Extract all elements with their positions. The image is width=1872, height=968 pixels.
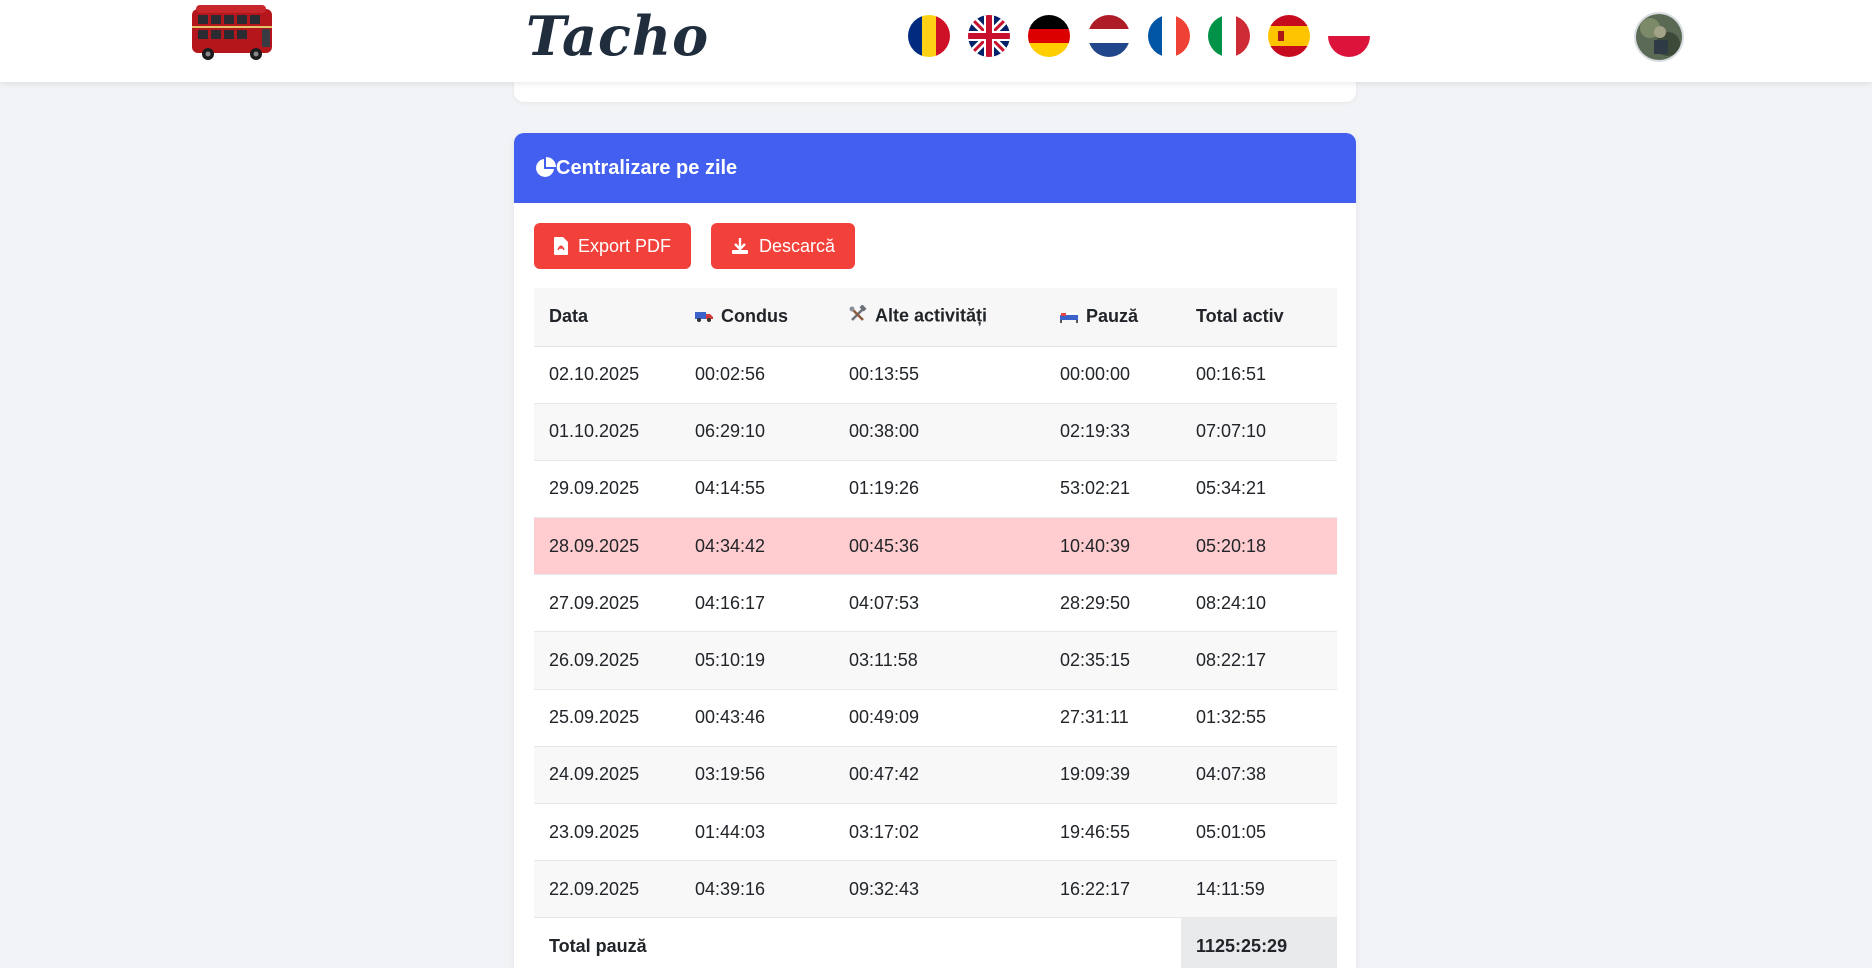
romania-flag-icon[interactable] — [908, 15, 950, 57]
cell-other: 03:17:02 — [834, 803, 1045, 862]
cell-other: 09:32:43 — [834, 860, 1045, 919]
cell-pause: 00:00:00 — [1045, 346, 1181, 404]
cell-date: 25.09.2025 — [534, 689, 680, 747]
table-row: 29.09.2025 04:14:55 01:19:26 53:02:21 05… — [534, 460, 1337, 519]
cell-driving: 04:16:17 — [680, 574, 834, 633]
cell-pause: 02:35:15 — [1045, 631, 1181, 690]
cell-other: 01:19:26 — [834, 460, 1045, 519]
cell-pause: 02:19:33 — [1045, 403, 1181, 461]
export-pdf-label: Export PDF — [578, 235, 672, 256]
table-row: 02.10.2025 00:02:56 00:13:55 00:00:00 00… — [534, 346, 1337, 404]
table-row: 26.09.2025 05:10:19 03:11:58 02:35:15 08… — [534, 631, 1337, 690]
cell-date: 27.09.2025 — [534, 574, 680, 633]
cell-date: 26.09.2025 — [534, 631, 680, 690]
netherlands-flag-icon[interactable] — [1088, 15, 1130, 57]
italy-flag-icon[interactable] — [1208, 15, 1250, 57]
download-label: Descarcă — [759, 235, 836, 256]
poland-flag-icon[interactable] — [1328, 15, 1370, 57]
top-navbar: Tacho — [0, 0, 1872, 82]
column-header-total-active[interactable]: Total activ — [1181, 288, 1337, 347]
cell-driving: 05:10:19 — [680, 631, 834, 690]
table-row-highlighted: 28.09.2025 04:34:42 00:45:36 10:40:39 05… — [534, 517, 1337, 576]
germany-flag-icon[interactable] — [1028, 15, 1070, 57]
action-buttons: Export PDF Descarcă — [534, 223, 856, 269]
daily-summary-card: Centralizare pe zile Export PDF Descarcă — [514, 133, 1356, 968]
cell-other: 03:11:58 — [834, 631, 1045, 690]
spain-flag-icon[interactable] — [1268, 15, 1310, 57]
export-pdf-button[interactable]: Export PDF — [534, 223, 692, 269]
cell-driving: 01:44:03 — [680, 803, 834, 862]
column-header-driving[interactable]: Condus — [680, 288, 834, 347]
cell-total: 07:07:10 — [1181, 403, 1337, 461]
table-header-row: Data Condus Alte activități Pauză Total … — [534, 288, 1337, 347]
cell-date: 24.09.2025 — [534, 746, 680, 805]
column-header-date[interactable]: Data — [534, 288, 680, 347]
cell-other: 00:38:00 — [834, 403, 1045, 461]
bed-icon — [1060, 307, 1078, 328]
table-row: 23.09.2025 01:44:03 03:17:02 19:46:55 05… — [534, 803, 1337, 862]
cell-total: 08:22:17 — [1181, 631, 1337, 690]
cell-total: 01:32:55 — [1181, 689, 1337, 747]
download-button[interactable]: Descarcă — [711, 223, 856, 269]
cell-date: 01.10.2025 — [534, 403, 680, 461]
cell-driving: 04:39:16 — [680, 860, 834, 919]
table-footer-row: Total pauză 1125:25:29 — [534, 917, 1337, 968]
cell-total: 00:16:51 — [1181, 346, 1337, 404]
cell-pause: 10:40:39 — [1045, 517, 1181, 576]
table-row: 22.09.2025 04:39:16 09:32:43 16:22:17 14… — [534, 860, 1337, 919]
hammer-wrench-icon — [849, 304, 867, 328]
cell-other: 00:45:36 — [834, 517, 1045, 576]
bus-logo[interactable] — [186, 3, 278, 63]
cell-date: 29.09.2025 — [534, 460, 680, 519]
total-pause-label: Total pauză — [534, 917, 1181, 968]
cell-total: 08:24:10 — [1181, 574, 1337, 633]
cell-date: 28.09.2025 — [534, 517, 680, 576]
cell-driving: 03:19:56 — [680, 746, 834, 805]
brand-title[interactable]: Tacho — [526, 4, 709, 68]
column-header-pause[interactable]: Pauză — [1045, 288, 1181, 347]
table-row: 01.10.2025 06:29:10 00:38:00 02:19:33 07… — [534, 403, 1337, 461]
cell-total: 04:07:38 — [1181, 746, 1337, 805]
cell-other: 00:49:09 — [834, 689, 1045, 747]
cell-other: 00:47:42 — [834, 746, 1045, 805]
pdf-file-icon — [554, 237, 568, 255]
cell-date: 23.09.2025 — [534, 803, 680, 862]
cell-other: 04:07:53 — [834, 574, 1045, 633]
truck-icon — [695, 307, 713, 328]
card-header: Centralizare pe zile — [514, 133, 1356, 203]
cell-pause: 16:22:17 — [1045, 860, 1181, 919]
cell-total: 05:34:21 — [1181, 460, 1337, 519]
card-title: Centralizare pe zile — [556, 156, 738, 179]
download-icon — [731, 237, 749, 255]
user-avatar[interactable] — [1634, 12, 1684, 62]
cell-pause: 19:46:55 — [1045, 803, 1181, 862]
cell-pause: 19:09:39 — [1045, 746, 1181, 805]
table-row: 25.09.2025 00:43:46 00:49:09 27:31:11 01… — [534, 689, 1337, 747]
cell-pause: 27:31:11 — [1045, 689, 1181, 747]
daily-summary-table: Data Condus Alte activități Pauză Total … — [534, 288, 1337, 968]
cell-driving: 00:02:56 — [680, 346, 834, 404]
cell-driving: 04:14:55 — [680, 460, 834, 519]
cell-driving: 04:34:42 — [680, 517, 834, 576]
table-row: 27.09.2025 04:16:17 04:07:53 28:29:50 08… — [534, 574, 1337, 633]
cell-date: 02.10.2025 — [534, 346, 680, 404]
table-row: 24.09.2025 03:19:56 00:47:42 19:09:39 04… — [534, 746, 1337, 805]
pie-chart-icon — [534, 157, 556, 179]
column-header-other-activities[interactable]: Alte activități — [834, 288, 1045, 347]
cell-date: 22.09.2025 — [534, 860, 680, 919]
cell-driving: 00:43:46 — [680, 689, 834, 747]
cell-total: 05:20:18 — [1181, 517, 1337, 576]
cell-total: 05:01:05 — [1181, 803, 1337, 862]
france-flag-icon[interactable] — [1148, 15, 1190, 57]
cell-driving: 06:29:10 — [680, 403, 834, 461]
cell-pause: 53:02:21 — [1045, 460, 1181, 519]
cell-other: 00:13:55 — [834, 346, 1045, 404]
cell-total: 14:11:59 — [1181, 860, 1337, 919]
uk-flag-icon[interactable] — [968, 15, 1010, 57]
cell-pause: 28:29:50 — [1045, 574, 1181, 633]
total-pause-value: 1125:25:29 — [1181, 917, 1337, 968]
